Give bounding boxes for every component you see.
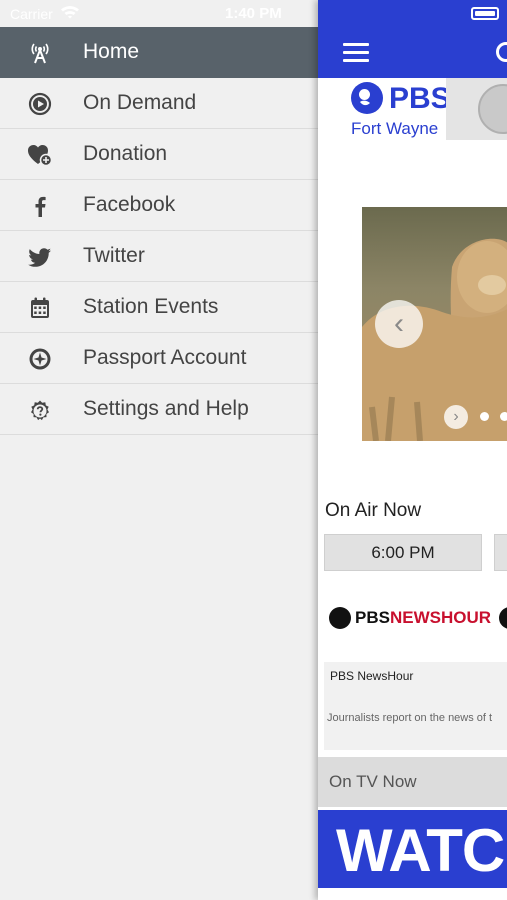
- tower-icon: [27, 40, 53, 66]
- heart-plus-icon: [27, 142, 53, 168]
- on-tv-now-label: On TV Now: [329, 772, 417, 791]
- carrier-label: Carrier: [10, 6, 53, 22]
- facebook-icon: [27, 193, 53, 219]
- pbs-logo-icon: [499, 607, 507, 629]
- menu-item-label: Twitter: [83, 244, 145, 267]
- menu-item-label: Station Events: [83, 295, 219, 318]
- pbs-logo-icon: [351, 82, 383, 114]
- menu-item-home[interactable]: Home: [0, 27, 318, 78]
- menu-item-label: Facebook: [83, 193, 176, 216]
- wifi-icon: [60, 4, 80, 20]
- carousel-dot[interactable]: [480, 412, 489, 421]
- schedule-time-slot[interactable]: 6:00 PM: [324, 534, 482, 571]
- compass-icon: [27, 346, 53, 372]
- help-icon: [27, 397, 53, 423]
- menu-item-label: On Demand: [83, 91, 197, 114]
- station-tabs: PBS Fort Wayne: [318, 78, 507, 140]
- station-tab-other[interactable]: [446, 78, 507, 140]
- battery-icon: [471, 7, 499, 20]
- station-brand: PBS: [389, 82, 451, 115]
- pbs-logo-icon: [329, 607, 351, 629]
- menu-item-donation[interactable]: Donation: [0, 129, 318, 180]
- carousel-next-button[interactable]: ›: [444, 405, 468, 429]
- menu-item-on-demand[interactable]: On Demand: [0, 78, 318, 129]
- program-title: PBS NewsHour: [330, 669, 414, 683]
- menu-item-label: Passport Account: [83, 346, 247, 369]
- status-time: 1:40 PM: [225, 5, 282, 22]
- menu-item-settings-help[interactable]: Settings and Help: [0, 384, 318, 435]
- menu-item-facebook[interactable]: Facebook: [0, 180, 318, 231]
- on-air-title: On Air Now: [325, 500, 422, 521]
- newshour-logo: PBS NEWSHOUR: [329, 603, 491, 633]
- newshour-logo-name: NEWSHOUR: [389, 608, 492, 627]
- carousel-prev-button[interactable]: ‹: [375, 300, 423, 348]
- search-icon[interactable]: [496, 42, 507, 62]
- menu-item-passport-account[interactable]: Passport Account: [0, 333, 318, 384]
- menu-hamburger-icon[interactable]: [343, 43, 369, 62]
- schedule-time-slot-next[interactable]: [494, 534, 507, 571]
- menu-item-label: Settings and Help: [83, 397, 249, 420]
- on-tv-now-bar[interactable]: On TV Now: [318, 757, 507, 807]
- watch-banner-text: WATC: [336, 817, 505, 884]
- program-card[interactable]: PBS NewsHour Journalists report on the n…: [324, 662, 507, 750]
- menu-item-station-events[interactable]: Station Events: [0, 282, 318, 333]
- status-bar: Carrier 1:40 PM: [0, 0, 507, 27]
- play-circle-icon: [27, 91, 53, 117]
- bottom-strip: [318, 888, 507, 900]
- calendar-icon: [27, 295, 53, 321]
- menu-item-label: Home: [83, 40, 140, 63]
- menu-item-twitter[interactable]: Twitter: [0, 231, 318, 282]
- pbs-kids-logo-icon: [478, 84, 507, 134]
- newshour-logo-prefix: PBS: [355, 608, 390, 627]
- main-panel: PBS Fort Wayne ‹ › On Air Now 6:00 PM PB…: [318, 0, 507, 900]
- watch-banner[interactable]: WATC: [318, 810, 507, 888]
- twitter-icon: [27, 244, 53, 270]
- menu-item-label: Donation: [83, 142, 168, 165]
- station-name: Fort Wayne: [351, 119, 439, 138]
- side-menu: Home On Demand Donation Facebook Twitter…: [0, 0, 318, 900]
- station-tab-fort-wayne[interactable]: PBS Fort Wayne: [333, 78, 451, 140]
- carousel-dot[interactable]: [500, 412, 507, 421]
- program-description: Journalists report on the news of t: [327, 712, 493, 724]
